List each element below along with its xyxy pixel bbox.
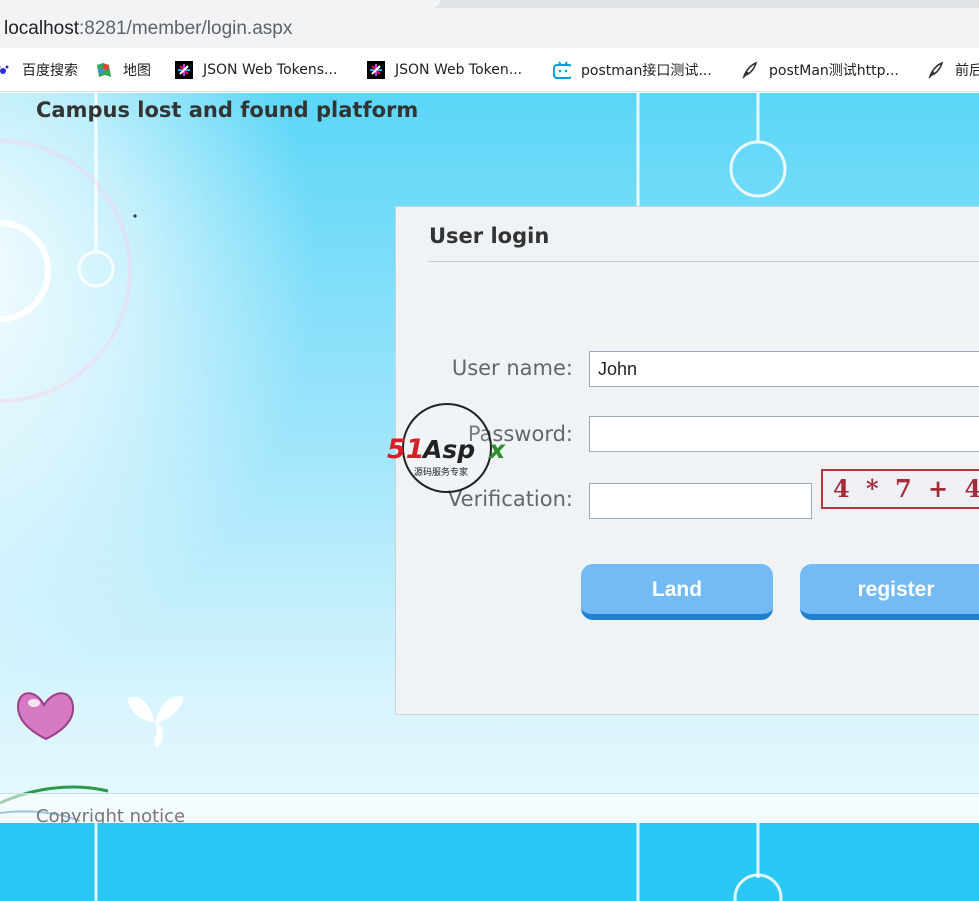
username-label: User name: xyxy=(451,356,573,380)
password-input[interactable] xyxy=(589,416,979,452)
svg-text:x: x xyxy=(487,435,506,464)
jwt-icon xyxy=(175,61,193,79)
captcha-image[interactable]: 4 * 7 + 4 xyxy=(821,469,979,509)
paw-icon xyxy=(0,61,12,79)
feather-icon xyxy=(927,61,945,79)
feather-icon xyxy=(741,61,759,79)
map-pin-icon xyxy=(95,61,113,79)
svg-text:51: 51 xyxy=(387,434,425,465)
bookmarks-bar: 百度搜索 地图 JSON Web Tokens... JSON Web Toke… xyxy=(0,48,979,92)
svg-text:Asp: Asp xyxy=(421,435,475,464)
bottom-band xyxy=(0,823,979,901)
bookmark-map[interactable]: 地图 xyxy=(95,60,151,80)
bookmark-postman-http[interactable]: postMan测试http... xyxy=(741,60,899,80)
tab-strip xyxy=(0,0,979,8)
site-title: Campus lost and found platform xyxy=(36,98,419,122)
verification-input[interactable] xyxy=(589,483,812,519)
bookmark-jwt-1[interactable]: JSON Web Tokens... xyxy=(175,60,337,80)
divider xyxy=(428,261,979,262)
jwt-icon xyxy=(367,61,385,79)
active-tab[interactable] xyxy=(0,0,440,8)
login-title: User login xyxy=(429,224,550,248)
bookmark-frontend[interactable]: 前后 xyxy=(927,60,979,80)
register-button[interactable]: register xyxy=(800,564,979,620)
bookmark-baidu[interactable]: 百度搜索 xyxy=(0,60,78,80)
username-input[interactable] xyxy=(589,351,979,387)
bookmark-postman[interactable]: postman接口测试... xyxy=(553,60,712,80)
bookmark-jwt-2[interactable]: JSON Web Token... xyxy=(367,60,522,80)
address-bar[interactable]: localhost:8281/member/login.aspx xyxy=(0,8,979,48)
page-body: Campus lost and found platform User logi… xyxy=(0,93,979,901)
svg-text:源码服务专家: 源码服务专家 xyxy=(414,466,468,478)
bilibili-icon xyxy=(553,61,571,79)
watermark-logo: 51 Asp x 源码服务专家 xyxy=(386,403,514,495)
land-button[interactable]: Land xyxy=(581,564,773,620)
url-text[interactable]: localhost:8281/member/login.aspx xyxy=(4,18,292,40)
